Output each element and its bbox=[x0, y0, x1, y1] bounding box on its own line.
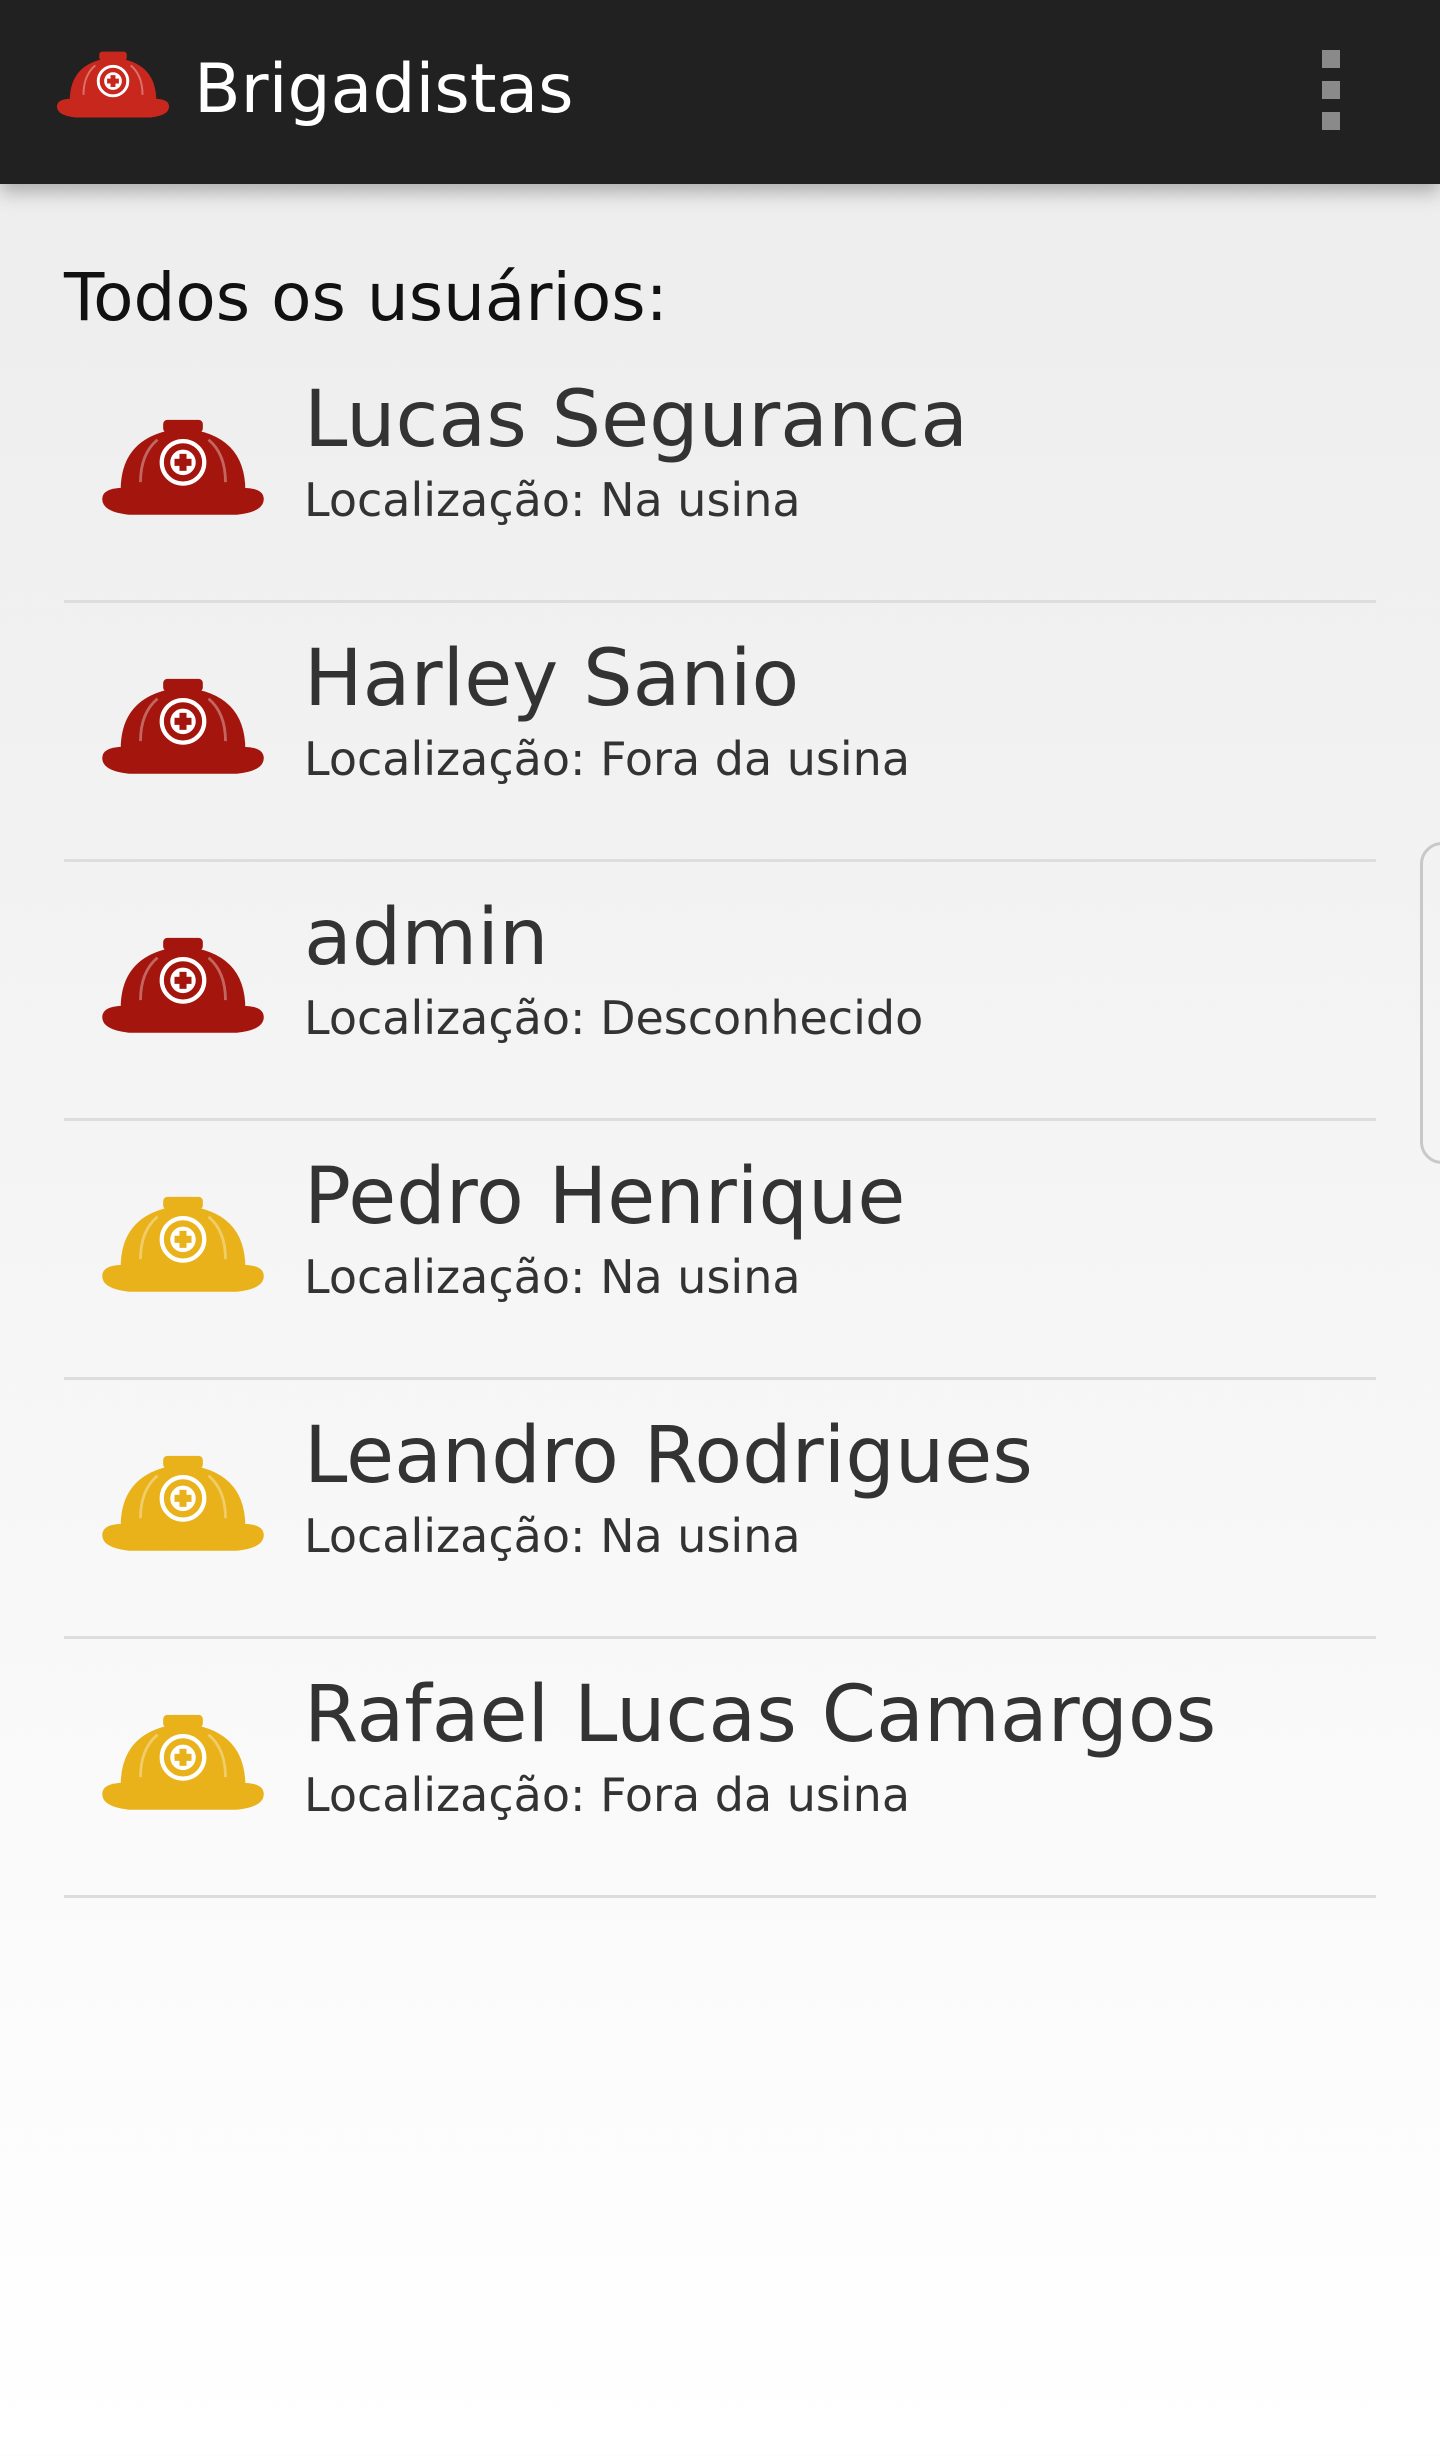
list-item[interactable]: Leandro Rodrigues Localização: Na usina bbox=[64, 1380, 1376, 1639]
user-location: Localização: Na usina bbox=[304, 473, 801, 527]
red-helmet-icon bbox=[98, 669, 268, 785]
yellow-helmet-icon bbox=[98, 1187, 268, 1303]
app-title: Brigadistas bbox=[194, 50, 574, 129]
user-location: Localização: Fora da usina bbox=[304, 1768, 911, 1822]
more-vert-icon[interactable] bbox=[1300, 40, 1360, 140]
user-name: Rafael Lucas Camargos bbox=[304, 1670, 1217, 1760]
user-location: Localização: Fora da usina bbox=[304, 732, 911, 786]
red-helmet-icon bbox=[98, 410, 268, 526]
list-item[interactable]: Harley Sanio Localização: Fora da usina bbox=[64, 603, 1376, 862]
user-name: Harley Sanio bbox=[304, 634, 800, 724]
user-name: Pedro Henrique bbox=[304, 1152, 906, 1242]
list-item[interactable]: Rafael Lucas Camargos Localização: Fora d… bbox=[64, 1639, 1376, 1898]
list-item[interactable]: Pedro Henrique Localização: Na usina bbox=[64, 1121, 1376, 1380]
section-title: Todos os usuários: bbox=[64, 259, 668, 336]
red-helmet-icon bbox=[54, 42, 172, 128]
red-helmet-icon bbox=[98, 928, 268, 1044]
user-location: Localização: Na usina bbox=[304, 1509, 801, 1563]
yellow-helmet-icon bbox=[98, 1446, 268, 1562]
user-location: Localização: Na usina bbox=[304, 1250, 801, 1304]
user-location: Localização: Desconhecido bbox=[304, 991, 924, 1045]
user-name: admin bbox=[304, 893, 549, 983]
list-item[interactable]: admin Localização: Desconhecido bbox=[64, 862, 1376, 1121]
user-name: Lucas Seguranca bbox=[304, 375, 969, 465]
list-item[interactable]: Lucas Seguranca Localização: Na usina bbox=[64, 344, 1376, 603]
yellow-helmet-icon bbox=[98, 1705, 268, 1821]
app-bar: Brigadistas bbox=[0, 0, 1440, 184]
edge-panel-handle[interactable] bbox=[1420, 842, 1440, 1164]
user-name: Leandro Rodrigues bbox=[304, 1411, 1033, 1501]
